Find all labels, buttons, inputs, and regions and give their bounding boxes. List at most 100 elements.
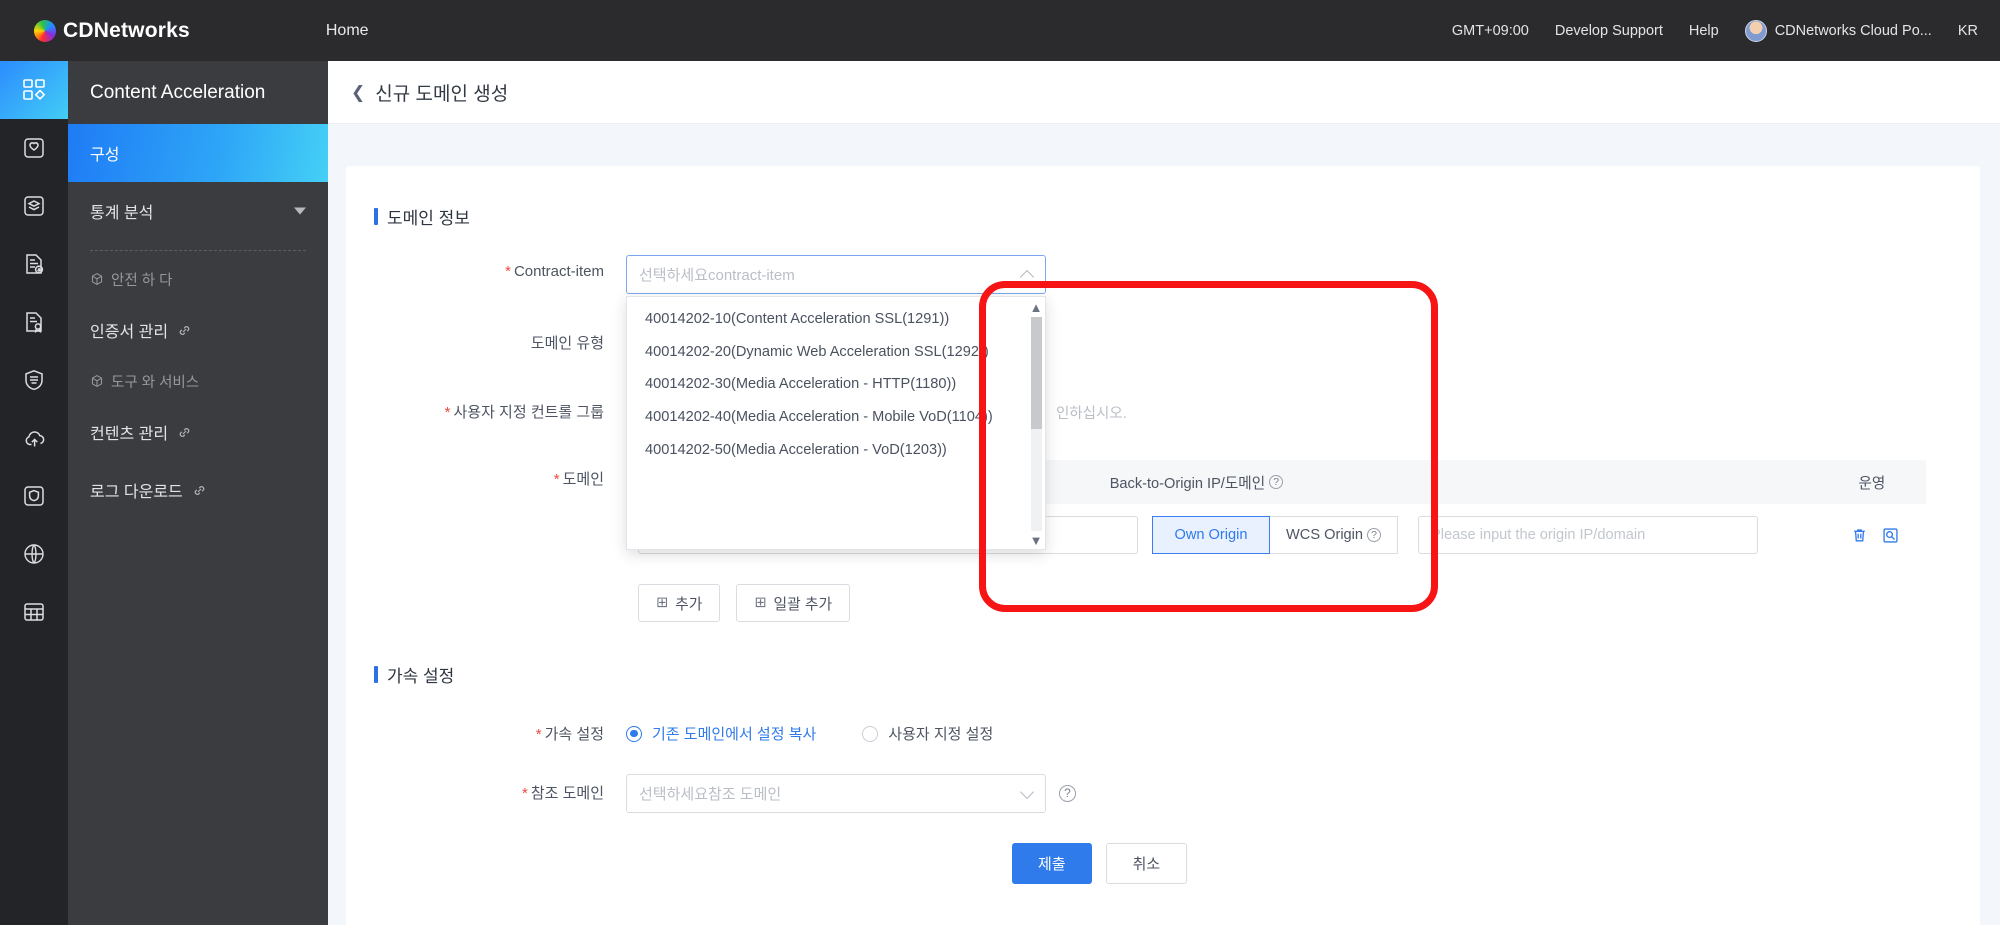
table-cell-origin: Own Origin WCS Origin ? Please input the… — [1138, 516, 1823, 554]
origin-input[interactable]: Please input the origin IP/domain — [1418, 516, 1759, 554]
layers-icon — [22, 194, 46, 218]
origin-detect-icon[interactable] — [1882, 527, 1899, 544]
application-root: CDNetworks Home GMT+09:00 Develop Suppor… — [0, 0, 2000, 925]
scroll-track[interactable] — [1030, 317, 1042, 531]
brand-logo-group[interactable]: CDNetworks — [34, 19, 190, 43]
rail-shield-heart[interactable] — [0, 119, 68, 177]
radio-dot — [862, 725, 879, 742]
question-icon[interactable]: ? — [1367, 528, 1382, 542]
rail-table-grid[interactable] — [0, 583, 68, 641]
table-cell-operation — [1823, 527, 1926, 544]
label-domain-type: 도메인 유형 — [346, 324, 626, 353]
top-bar: CDNetworks Home GMT+09:00 Develop Suppor… — [0, 0, 2000, 61]
help-link[interactable]: Help — [1689, 23, 1719, 39]
sidebar-item-label: 컨텐츠 관리 — [90, 426, 169, 443]
rail-shield-lines[interactable] — [0, 351, 68, 409]
rail-report-download[interactable] — [0, 235, 68, 293]
chevron-down-icon — [1019, 784, 1035, 799]
trash-icon[interactable] — [1851, 527, 1868, 544]
shield-heart-icon — [22, 136, 46, 160]
account-menu[interactable]: CDNetworks Cloud Po... — [1744, 19, 1932, 42]
dropdown-option[interactable]: 40014202-20(Dynamic Web Acceleration SSL… — [627, 336, 1045, 369]
cancel-button[interactable]: 취소 — [1105, 843, 1188, 884]
shield-square-icon — [22, 484, 46, 508]
rail-apps-grid[interactable] — [0, 61, 68, 119]
field-row-contract-item: * Contract-item 선택하세요contract-item 400142… — [346, 255, 1980, 550]
scroll-thumb[interactable] — [1030, 317, 1042, 429]
dropdown-option[interactable]: 40014202-30(Media Acceleration - HTTP(11… — [627, 368, 1045, 401]
rail-cloud-upload[interactable] — [0, 409, 68, 467]
cloud-upload-icon — [22, 426, 47, 451]
sidebar-group-label: 도구 와 서비스 — [111, 374, 200, 391]
dropdown-option[interactable]: 40014202-40(Media Acceleration - Mobile … — [627, 401, 1045, 434]
label-text: Contract-item — [513, 263, 604, 280]
radio-label: 기존 도메인에서 설정 복사 — [652, 726, 817, 743]
sidebar-group-label: 안전 하 다 — [111, 272, 173, 289]
scroll-down-icon[interactable]: ▼ — [1030, 534, 1043, 547]
field-row-domain: * 도메인 Back-to-Origin IP/도메인 ? 운영 Own Ori… — [346, 460, 1980, 622]
rail-certificate[interactable] — [0, 293, 68, 351]
contract-item-select[interactable]: 선택하세요contract-item — [626, 255, 1046, 294]
radio-label: 사용자 지정 설정 — [888, 726, 994, 743]
required-asterisk: * — [521, 785, 528, 802]
own-origin-button[interactable]: Own Origin — [1152, 516, 1270, 554]
section-title: 가속 설정 — [387, 667, 455, 686]
add-row-button[interactable]: ⊞ 추가 — [638, 584, 721, 622]
label-control-group: * 사용자 지정 컨트롤 그룹 — [346, 393, 626, 422]
rail-dns[interactable] — [0, 525, 68, 583]
wcs-origin-button[interactable]: WCS Origin ? — [1269, 516, 1399, 554]
add-button-row: ⊞ 추가 ⊞ 일괄 추가 — [638, 584, 1926, 622]
nav-home[interactable]: Home — [326, 22, 369, 40]
dropdown-scrollbar[interactable]: ▲ ▼ — [1029, 301, 1043, 547]
control-group-hint: 인하십시오. — [1056, 406, 1127, 422]
icon-rail — [0, 61, 68, 925]
required-asterisk: * — [505, 263, 511, 280]
sidebar-item-statistics[interactable]: 통계 분석 — [68, 182, 328, 240]
label-contract-item: * Contract-item — [346, 255, 626, 280]
ref-domain-select[interactable]: 선택하세요참조 도메인 — [626, 774, 1046, 813]
sidebar-item-content-management[interactable]: 컨텐츠 관리 — [68, 403, 328, 461]
field-row-ref-domain: * 참조 도메인 선택하세요참조 도메인 ? — [346, 774, 1980, 813]
required-asterisk: * — [444, 404, 451, 421]
contract-item-dropdown[interactable]: 40014202-10(Content Acceleration SSL(129… — [626, 296, 1046, 550]
sidebar-item-log-download[interactable]: 로그 다운로드 — [68, 461, 328, 519]
question-icon[interactable]: ? — [1269, 475, 1284, 489]
ref-domain-placeholder: 선택하세요참조 도메인 — [639, 786, 782, 803]
radio-custom-settings[interactable]: 사용자 지정 설정 — [862, 723, 993, 744]
link-icon — [177, 425, 192, 440]
accel-mode-radio-group: 기존 도메인에서 설정 복사 사용자 지정 설정 — [626, 715, 1039, 744]
plus-icon: ⊞ — [656, 595, 669, 611]
question-icon[interactable]: ? — [1059, 785, 1076, 802]
origin-type-toggle: Own Origin WCS Origin ? — [1152, 516, 1399, 554]
plus-icon: ⊞ — [754, 595, 767, 611]
sidebar-item-certificate-management[interactable]: 인증서 관리 — [68, 301, 328, 359]
dropdown-option[interactable]: 40014202-10(Content Acceleration SSL(129… — [627, 303, 1045, 336]
dropdown-option[interactable]: 40014202-50(Media Acceleration - VoD(120… — [627, 434, 1045, 467]
form-actions: 제출 취소 — [1012, 843, 1980, 884]
sidebar-item-configuration[interactable]: 구성 — [68, 124, 328, 182]
scroll-up-icon[interactable]: ▲ — [1030, 301, 1043, 314]
rail-layers[interactable] — [0, 177, 68, 235]
required-asterisk: * — [553, 471, 560, 488]
shield-lines-icon — [22, 368, 46, 392]
form-card: 도메인 정보 * Contract-item 선택하세요contract-item… — [346, 166, 1980, 925]
section-title: 도메인 정보 — [387, 209, 470, 228]
rail-shield-square[interactable] — [0, 467, 68, 525]
required-asterisk: * — [535, 726, 542, 743]
page-container: ❮ 신규 도메인 생성 도메인 정보 * Contract-item 선택하세요c… — [328, 61, 2000, 925]
report-download-icon — [22, 252, 46, 276]
sidebar-group-tools: 도구 와 서비스 — [68, 359, 328, 403]
section-accent-bar — [374, 666, 378, 683]
radio-copy-from-existing[interactable]: 기존 도메인에서 설정 복사 — [626, 723, 816, 744]
chevron-up-icon — [1019, 269, 1035, 284]
develop-support-link[interactable]: Develop Support — [1555, 23, 1663, 39]
page-title: 신규 도메인 생성 — [375, 83, 509, 105]
bulk-add-button[interactable]: ⊞ 일괄 추가 — [736, 584, 851, 622]
label-accel-mode: * 가속 설정 — [346, 715, 626, 744]
table-header-origin-label: Back-to-Origin IP/도메인 — [1109, 475, 1266, 492]
language-selector[interactable]: KR — [1958, 23, 1978, 39]
chevron-left-icon[interactable]: ❮ — [351, 84, 365, 101]
submit-button[interactable]: 제출 — [1012, 843, 1092, 884]
chevron-down-icon — [294, 207, 306, 215]
sidebar-item-label: 로그 다운로드 — [90, 484, 183, 501]
